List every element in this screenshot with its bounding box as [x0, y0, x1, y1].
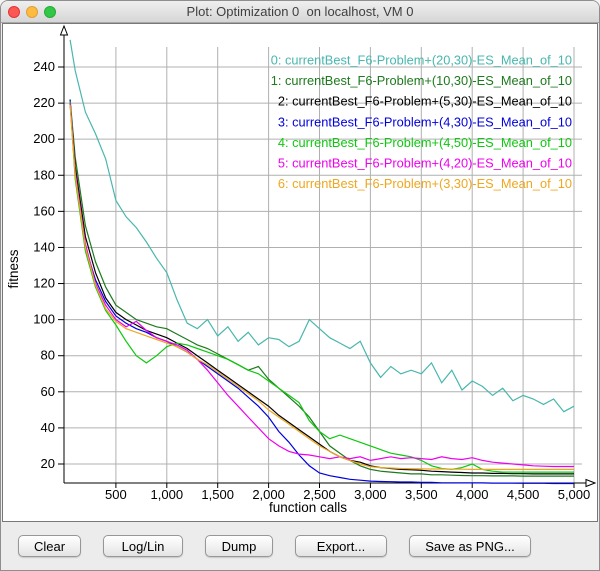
x-tick-label: 4,500 [507, 487, 540, 502]
y-tick-label: 180 [33, 167, 55, 182]
x-axis-label: function calls [269, 500, 347, 515]
y-tick-label: 40 [41, 420, 55, 435]
export-button[interactable]: Export... [295, 535, 387, 557]
window-title: Plot: Optimization 0 on localhost, VM 0 [71, 1, 529, 23]
plot-window: Plot: Optimization 0 on localhost, VM 0 … [0, 0, 600, 571]
y-tick-label: 80 [41, 348, 55, 363]
chart-svg: 20 40 60 80 100 120 140 160 180 200 220 240 500 1,000… [3, 24, 599, 521]
titlebar[interactable]: Plot: Optimization 0 on localhost, VM 0 [1, 1, 599, 23]
y-tick-label: 120 [33, 276, 55, 291]
y-tick-label: 60 [41, 384, 55, 399]
x-tick-label: 500 [105, 487, 127, 502]
legend-entry-2: 2: currentBest_F6-Problem+(5,30)-ES_Mean… [278, 94, 572, 109]
y-tick-label: 220 [33, 95, 55, 110]
legend-entry-1: 1: currentBest_F6-Problem+(10,30)-ES_Mea… [271, 73, 572, 88]
save-png-button[interactable]: Save as PNG... [409, 535, 531, 557]
x-tick-label: 1,500 [201, 487, 234, 502]
x-tick-label: 5,000 [558, 487, 591, 502]
toolbar: Clear Log/Lin Dump Export... Save as PNG… [1, 522, 599, 570]
x-tick-label: 4,000 [456, 487, 489, 502]
y-tick-label: 240 [33, 59, 55, 74]
dump-button[interactable]: Dump [205, 535, 273, 557]
y-tick-label: 140 [33, 239, 55, 254]
x-tick-label: 3,500 [405, 487, 438, 502]
minimize-button[interactable] [26, 6, 38, 18]
x-tick-label: 1,000 [151, 487, 184, 502]
close-button[interactable] [8, 6, 20, 18]
legend-entry-0: 0: currentBest_F6-Problem+(20,30)-ES_Mea… [271, 53, 572, 68]
y-tick-label: 200 [33, 131, 55, 146]
clear-button[interactable]: Clear [18, 535, 81, 557]
y-axis-label: fitness [6, 249, 21, 288]
y-tick-label: 100 [33, 312, 55, 327]
legend-entry-5: 5: currentBest_F6-Problem+(4,20)-ES_Mean… [278, 156, 572, 171]
y-tick-label: 20 [41, 456, 55, 471]
traffic-lights [8, 6, 56, 18]
legend-entry-6: 6: currentBest_F6-Problem+(3,30)-ES_Mean… [278, 176, 572, 191]
plot-panel: 20 40 60 80 100 120 140 160 180 200 220 240 500 1,000… [2, 23, 598, 522]
x-tick-label: 3,000 [354, 487, 387, 502]
loglin-button[interactable]: Log/Lin [103, 535, 183, 557]
legend: 0: currentBest_F6-Problem+(20,30)-ES_Mea… [271, 53, 572, 192]
legend-entry-3: 3: currentBest_F6-Problem+(4,30)-ES_Mean… [278, 114, 572, 129]
zoom-button[interactable] [44, 6, 56, 18]
gridlines [64, 47, 582, 483]
y-tick-label: 160 [33, 203, 55, 218]
legend-entry-4: 4: currentBest_F6-Problem+(4,50)-ES_Mean… [278, 135, 572, 150]
